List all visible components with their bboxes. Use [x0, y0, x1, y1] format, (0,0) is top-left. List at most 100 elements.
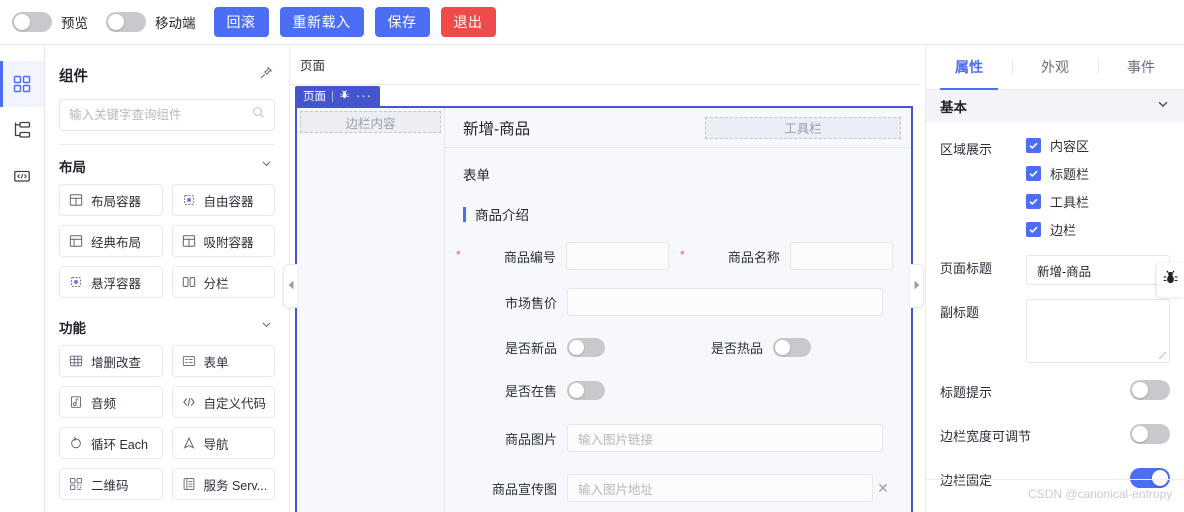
property-section-basic-header[interactable]: 基本 — [926, 90, 1184, 122]
checkbox-toolbar[interactable]: 工具栏 — [1026, 192, 1170, 211]
component-label: 二维码 — [91, 475, 129, 494]
property-row-title-tip: 标题提示 — [940, 379, 1170, 401]
field-label: 是否热品 — [669, 338, 773, 357]
checkbox-checked-icon — [1026, 138, 1041, 153]
component-form[interactable]: 表单 — [172, 345, 276, 377]
component-search[interactable] — [59, 99, 275, 131]
frame-main-region: 新增-商品 工具栏 表单 商品介绍 商品编号 商品名称 — [445, 108, 911, 512]
classic-layout-icon — [69, 234, 83, 248]
component-panel: 组件 布局 — [45, 45, 290, 512]
toggle-sidebar-resizable[interactable] — [1130, 424, 1170, 444]
field-switch-is-new[interactable] — [567, 338, 605, 357]
app-root: 预览 移动端 回滚 重新载入 保存 退出 — [0, 0, 1184, 512]
grid-squares-icon — [13, 75, 31, 93]
field-input-market-price[interactable] — [567, 288, 883, 316]
property-panel: 属性 外观 事件 基本 区域展示 内容区 — [925, 45, 1184, 512]
tab-events[interactable]: 事件 — [1098, 45, 1184, 89]
field-label: 商品名称 — [687, 247, 790, 266]
field-input-promo-image[interactable]: 输入图片地址 — [567, 474, 873, 502]
collapse-right-panel-handle[interactable] — [910, 264, 924, 308]
property-row-sidebar-fixed: 边栏固定 — [940, 467, 1170, 489]
frame-sidebar-region[interactable]: 边栏内容 — [297, 108, 445, 512]
form-row: 商品编号 商品名称 — [463, 242, 893, 270]
exit-button[interactable]: 退出 — [441, 7, 496, 37]
component-label: 循环 Each — [91, 434, 148, 453]
page-frame-body: 边栏内容 新增-商品 工具栏 表单 商品介绍 — [295, 106, 913, 512]
checkbox-label: 边栏 — [1050, 220, 1076, 239]
rail-item-source-code[interactable] — [0, 153, 44, 199]
rail-item-components[interactable] — [0, 61, 44, 107]
page-title-control: 新增-商品 — [1026, 255, 1170, 285]
component-label: 自定义代码 — [204, 393, 267, 412]
field-input-product-code[interactable] — [566, 242, 669, 270]
group-header-function[interactable]: 功能 — [45, 310, 289, 344]
component-classic-layout[interactable]: 经典布局 — [59, 225, 163, 257]
frame-titlebar-region[interactable]: 新增-商品 工具栏 — [445, 108, 911, 148]
checkbox-content-area[interactable]: 内容区 — [1026, 136, 1170, 155]
rail-item-outline-tree[interactable] — [0, 107, 44, 153]
save-button[interactable]: 保存 — [375, 7, 430, 37]
toggle-sidebar-fixed[interactable] — [1130, 468, 1170, 488]
field-label: 是否新品 — [463, 338, 567, 357]
component-audio[interactable]: 音频 — [59, 386, 163, 418]
form-row: 是否新品 是否热品 — [463, 338, 893, 357]
close-icon[interactable]: ✕ — [873, 480, 893, 497]
property-row-subtitle: 副标题 — [940, 299, 1170, 363]
field-label: 是否在售 — [463, 381, 567, 400]
field-input-product-name[interactable] — [790, 242, 893, 270]
ellipsis-icon[interactable]: ··· — [356, 93, 372, 99]
property-panel-footer-divider — [925, 479, 1184, 480]
field-input-product-image[interactable]: 输入图片链接 — [567, 424, 883, 452]
component-dock-container[interactable]: 吸附容器 — [172, 225, 276, 257]
mobile-toggle[interactable] — [106, 12, 146, 32]
pin-icon[interactable] — [259, 66, 273, 85]
component-layout-container[interactable]: 布局容器 — [59, 184, 163, 216]
collapse-left-panel-handle[interactable] — [283, 264, 297, 308]
component-navigation[interactable]: 导航 — [172, 427, 276, 459]
chevron-down-icon — [260, 318, 273, 336]
chevron-down-icon — [1156, 97, 1170, 116]
debug-bug-button[interactable] — [1157, 263, 1184, 297]
search-input[interactable] — [69, 108, 252, 122]
columns-icon — [182, 275, 196, 289]
checkbox-checked-icon — [1026, 222, 1041, 237]
page-title-input[interactable]: 新增-商品 — [1026, 255, 1170, 285]
field-switch-is-hot[interactable] — [773, 338, 811, 357]
reload-button[interactable]: 重新载入 — [280, 7, 364, 37]
form-row: 商品宣传图 输入图片地址 ✕ — [463, 474, 893, 502]
preview-toggle[interactable] — [12, 12, 52, 32]
preview-switch-group: 预览 — [12, 12, 88, 32]
float-container-icon — [69, 275, 83, 289]
section-accent-bar — [463, 207, 466, 222]
property-row-page-title: 页面标题 新增-商品 — [940, 255, 1170, 285]
component-loop-each[interactable]: 循环 Each — [59, 427, 163, 459]
bug-icon — [1162, 269, 1179, 291]
checkbox-sidebar[interactable]: 边栏 — [1026, 220, 1170, 239]
subtitle-textarea[interactable] — [1026, 299, 1170, 363]
component-table-crud[interactable]: 增删改查 — [59, 345, 163, 377]
tab-attributes[interactable]: 属性 — [926, 45, 1012, 89]
tab-appearance[interactable]: 外观 — [1012, 45, 1098, 89]
frame-content-region: 表单 商品介绍 商品编号 商品名称 — [445, 148, 911, 512]
form-label: 表单 — [463, 164, 893, 184]
component-float-container[interactable]: 悬浮容器 — [59, 266, 163, 298]
property-row-sidebar-resizable: 边栏宽度可调节 — [940, 423, 1170, 445]
frame-tab[interactable]: 页面 ··· — [295, 86, 380, 106]
toggle-title-tip[interactable] — [1130, 380, 1170, 400]
checkbox-label: 内容区 — [1050, 136, 1089, 155]
toolbar-placeholder[interactable]: 工具栏 — [705, 117, 901, 139]
component-service[interactable]: 服务 Serv... — [172, 468, 276, 500]
checkbox-group-area-display: 内容区 标题栏 工具栏 — [1026, 136, 1170, 239]
checkbox-title-bar[interactable]: 标题栏 — [1026, 164, 1170, 183]
component-free-container[interactable]: 自由容器 — [172, 184, 276, 216]
field-label: 商品编号 — [463, 247, 566, 266]
component-columns[interactable]: 分栏 — [172, 266, 276, 298]
field-switch-on-sale[interactable] — [567, 381, 605, 400]
component-custom-code[interactable]: 自定义代码 — [172, 386, 276, 418]
bug-icon[interactable] — [339, 87, 350, 105]
rollback-button[interactable]: 回滚 — [214, 7, 269, 37]
service-icon — [182, 477, 196, 491]
group-header-layout[interactable]: 布局 — [45, 149, 289, 183]
component-qrcode[interactable]: 二维码 — [59, 468, 163, 500]
section-title: 基本 — [940, 96, 967, 116]
